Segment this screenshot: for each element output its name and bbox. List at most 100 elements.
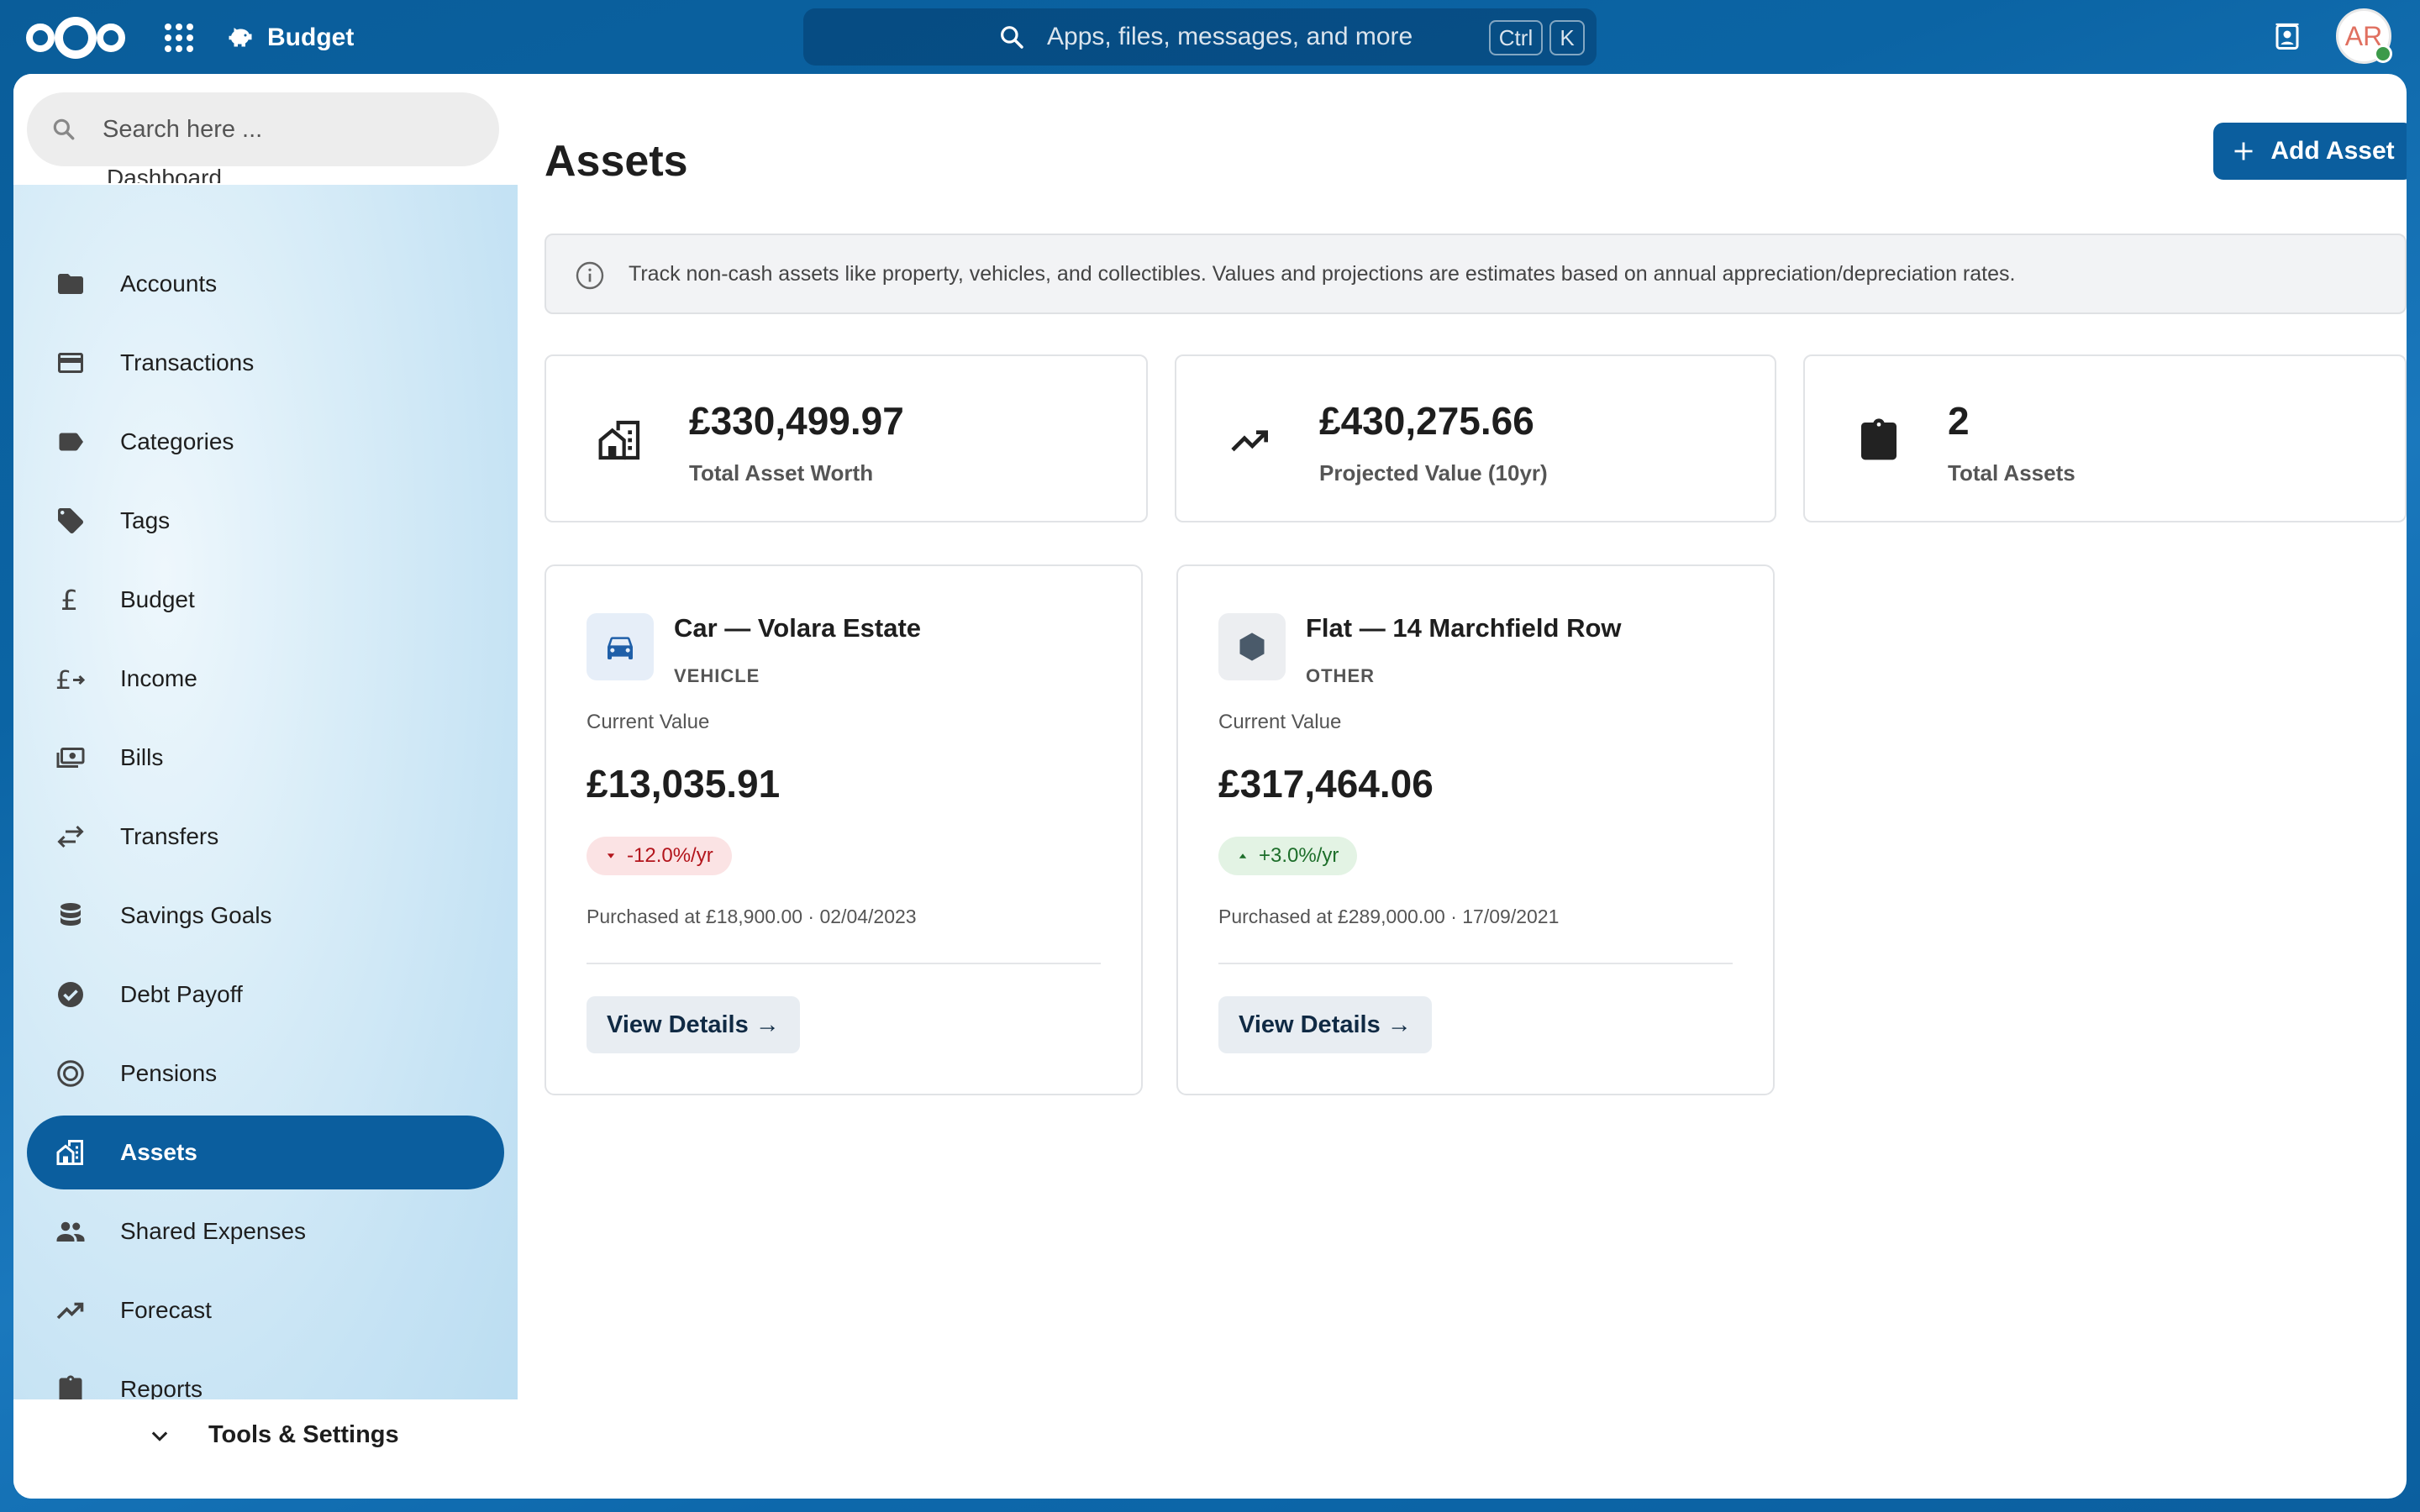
user-avatar[interactable]: AR <box>2336 8 2392 64</box>
info-icon <box>576 261 604 290</box>
divider <box>1218 963 1733 964</box>
sidebar-item-shared-expenses[interactable]: Shared Expenses <box>27 1194 504 1268</box>
piggy-bank-icon <box>229 28 252 47</box>
target-icon <box>57 1060 84 1087</box>
stat-value: £330,499.97 <box>689 399 904 443</box>
svg-text:£: £ <box>55 666 71 694</box>
sidebar-item-label: Categories <box>120 428 234 454</box>
caret-down-icon <box>607 853 615 858</box>
sidebar-item-label: Forecast <box>120 1297 212 1323</box>
current-value: £317,464.06 <box>1218 762 1434 806</box>
sidebar-footer <box>13 1399 518 1499</box>
folder-icon <box>58 274 83 294</box>
stat-card-total-assets: 2 Total Assets <box>1803 354 2407 522</box>
app-window: Dashboard Search here ... Accounts Trans… <box>13 74 2407 1499</box>
credit-card-icon <box>58 353 83 373</box>
stat-value: £430,275.66 <box>1319 399 1534 443</box>
stat-caption: Total Assets <box>1948 460 2075 486</box>
rate-value: +3.0%/yr <box>1259 844 1339 867</box>
nextcloud-logo[interactable] <box>24 15 128 60</box>
sidebar-item-budget[interactable]: £ Budget <box>27 563 504 637</box>
sidebar-item-label: Transactions <box>120 349 255 375</box>
sidebar-item-transfers[interactable]: Transfers <box>27 800 504 874</box>
search-placeholder: Apps, files, messages, and more <box>1047 23 1413 50</box>
apps-grid-icon[interactable] <box>165 24 193 52</box>
search-icon <box>1001 26 1023 49</box>
sidebar-item-assets[interactable]: Assets <box>27 1116 504 1189</box>
database-icon <box>60 903 81 926</box>
home-city-icon <box>598 420 640 460</box>
add-asset-label: Add Asset <box>2270 137 2395 165</box>
sidebar-item-label: Accounts <box>120 270 218 297</box>
sidebar-item-label: Budget <box>120 586 195 612</box>
sidebar-item-accounts[interactable]: Accounts <box>27 247 504 321</box>
sidebar-search-input[interactable]: Search here ... <box>27 92 499 166</box>
tag-icon <box>58 508 83 533</box>
sidebar-item-label: Shared Expenses <box>120 1218 307 1244</box>
hexagon-icon <box>1239 633 1265 661</box>
pound-arrow-icon: £ <box>55 666 86 694</box>
asset-card: Flat — 14 Marchfield Row OTHER Current V… <box>1176 564 1775 1095</box>
stat-caption: Total Asset Worth <box>689 460 874 486</box>
sidebar-item-label: Tags <box>120 507 171 533</box>
add-asset-button[interactable]: Add Asset <box>2213 123 2407 180</box>
pound-icon: £ <box>60 585 78 615</box>
info-text: Track non-cash assets like property, veh… <box>629 261 2016 286</box>
asset-type: VEHICLE <box>674 665 760 686</box>
sidebar-item-forecast[interactable]: Forecast <box>27 1273 504 1347</box>
home-city-icon <box>56 1140 83 1165</box>
sidebar-search-placeholder: Search here ... <box>103 115 263 143</box>
contacts-icon[interactable] <box>2272 22 2302 52</box>
sidebar-item-transactions[interactable]: Transactions <box>27 326 504 400</box>
cash-icon <box>56 748 85 768</box>
tools-settings-toggle[interactable]: Tools & Settings <box>148 1421 399 1449</box>
sidebar-item-pensions[interactable]: Pensions <box>27 1037 504 1110</box>
clipboard-icon <box>1861 418 1897 460</box>
sidebar-item-tags[interactable]: Tags <box>27 484 504 558</box>
online-status-icon <box>2374 45 2392 63</box>
asset-name: Car — Volara Estate <box>674 613 922 643</box>
sidebar-item-debt-payoff[interactable]: Debt Payoff <box>27 958 504 1032</box>
info-notice: Track non-cash assets like property, veh… <box>544 234 2407 314</box>
current-value: £13,035.91 <box>587 762 781 806</box>
app-name[interactable]: Budget <box>225 17 354 59</box>
people-icon <box>56 1221 85 1242</box>
sidebar-item-label: Assets <box>120 1139 197 1165</box>
rate-badge: -12.0%/yr <box>587 837 732 875</box>
tools-settings-label: Tools & Settings <box>208 1421 399 1448</box>
asset-card: Car — Volara Estate VEHICLE Current Valu… <box>544 564 1143 1095</box>
stat-value: 2 <box>1948 399 1970 443</box>
sidebar-item-label: Pensions <box>120 1060 218 1086</box>
shortcut-ctrl-key: Ctrl <box>1489 20 1543 55</box>
sidebar-item-label: Bills <box>120 744 164 770</box>
stat-card-total-worth: £330,499.97 Total Asset Worth <box>544 354 1148 522</box>
sidebar-item-label: Transfers <box>120 823 219 849</box>
current-value-label: Current Value <box>1218 711 1342 733</box>
sidebar-item-label: Income <box>120 665 197 691</box>
sidebar-item-income[interactable]: £ Income <box>27 642 504 716</box>
stat-caption: Projected Value (10yr) <box>1319 460 1548 486</box>
page-title: Assets <box>544 137 688 186</box>
shortcut-k-key: K <box>1549 20 1585 55</box>
sidebar-item-savings-goals[interactable]: Savings Goals <box>27 879 504 953</box>
chevron-down-icon <box>151 1431 168 1441</box>
car-icon <box>608 637 633 659</box>
view-details-button[interactable]: View Details → <box>1218 996 1432 1053</box>
sidebar-item-bills[interactable]: Bills <box>27 721 504 795</box>
stat-card-projected-value: £430,275.66 Projected Value (10yr) <box>1175 354 1776 522</box>
asset-type-badge <box>1218 613 1286 680</box>
sidebar-item-dashboard-partial[interactable]: Dashboard <box>107 165 222 183</box>
rate-badge: +3.0%/yr <box>1218 837 1358 875</box>
view-details-button[interactable]: View Details → <box>587 996 800 1053</box>
trend-icon <box>56 1302 84 1320</box>
purchase-info: Purchased at £18,900.00 · 02/04/2023 <box>587 906 917 927</box>
swap-icon <box>57 825 84 848</box>
sidebar-item-categories[interactable]: Categories <box>27 405 504 479</box>
app-name-label: Budget <box>267 24 355 51</box>
plus-icon <box>2234 142 2253 160</box>
asset-name: Flat — 14 Marchfield Row <box>1306 613 1622 643</box>
rate-value: -12.0%/yr <box>627 844 713 867</box>
unified-search-bar[interactable]: Apps, files, messages, and more Ctrl K <box>803 8 1597 66</box>
caret-up-icon <box>1239 853 1247 858</box>
sidebar-item-label: Savings Goals <box>120 902 272 928</box>
